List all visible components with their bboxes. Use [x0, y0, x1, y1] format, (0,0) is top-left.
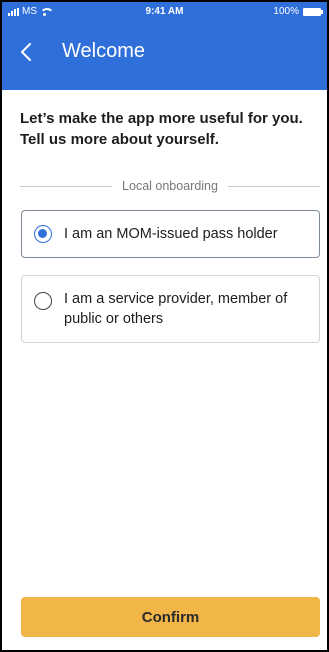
battery-percent: 100%: [273, 6, 299, 17]
option-pass-holder[interactable]: I am an MOM-issued pass holder: [21, 210, 320, 258]
intro-text: Let’s make the app more useful for you. …: [20, 110, 303, 148]
section-label: Local onboarding: [122, 179, 218, 193]
page-title: Welcome: [62, 40, 145, 62]
option-label: I am an MOM-issued pass holder: [64, 226, 278, 242]
radio-service-provider[interactable]: [34, 292, 52, 310]
app-screen: MS 9:41 AM 100% Welcome Let’s make the a…: [0, 0, 329, 652]
back-button[interactable]: [12, 38, 40, 66]
chevron-left-icon: [21, 43, 31, 61]
divider-line-left: [20, 185, 113, 187]
status-bar: MS 9:41 AM 100%: [2, 2, 327, 22]
radio-pass-holder[interactable]: [34, 225, 52, 243]
divider-line-right: [227, 185, 321, 187]
option-label: I am a service provider, member of publi…: [64, 291, 288, 327]
battery-icon: [303, 7, 323, 16]
status-right: 100%: [273, 6, 323, 17]
option-service-provider[interactable]: I am a service provider, member of publi…: [21, 275, 320, 343]
confirm-button[interactable]: Confirm: [21, 597, 320, 637]
app-header: Welcome: [2, 22, 327, 90]
section-divider: Local onboarding: [20, 176, 321, 196]
